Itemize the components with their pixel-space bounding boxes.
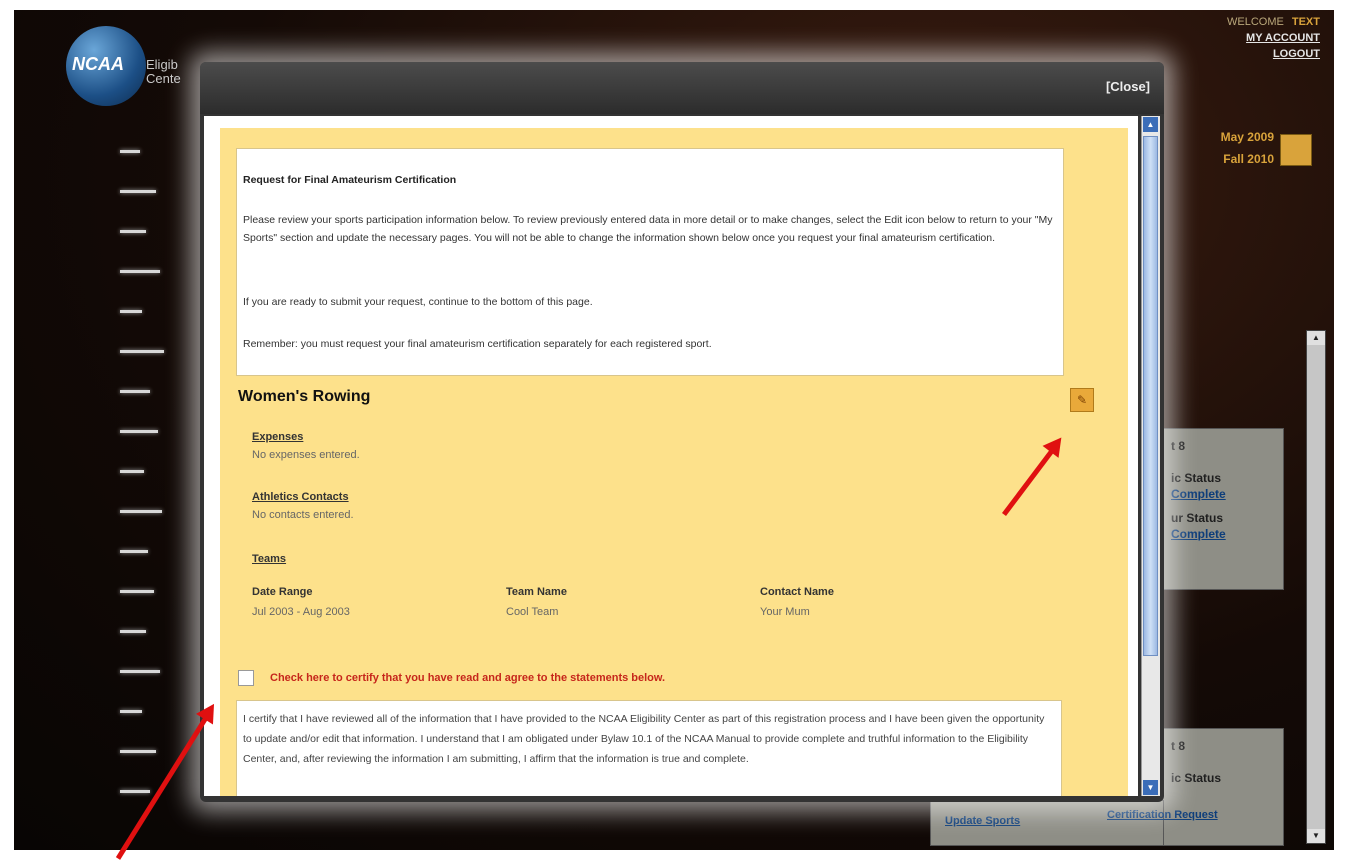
- certify-checkbox[interactable]: [238, 670, 254, 686]
- team-name: Cool Team: [506, 606, 559, 618]
- scroll-thumb[interactable]: [1143, 136, 1158, 656]
- expenses-link[interactable]: Expenses: [252, 428, 360, 446]
- modal-scrollbar[interactable]: ▲ ▼: [1141, 116, 1160, 796]
- background-scrollbar[interactable]: ▲ ▼: [1306, 330, 1326, 844]
- scroll-down-icon[interactable]: ▼: [1143, 780, 1158, 795]
- expenses-section: Expenses No expenses entered.: [252, 428, 360, 464]
- date-2: Fall 2010: [1223, 152, 1274, 166]
- certification-content: Request for Final Amateurism Certificati…: [220, 128, 1128, 796]
- update-sports-link[interactable]: Update Sports: [945, 815, 1020, 827]
- modal-header: [Close]: [200, 62, 1164, 114]
- contacts-text: No contacts entered.: [252, 509, 354, 521]
- background-edit-icon[interactable]: [1280, 134, 1312, 166]
- modal-body: Request for Final Amateurism Certificati…: [204, 116, 1138, 796]
- intro-remember-text: Remember: you must request your final am…: [243, 338, 712, 350]
- background-status-panel-2: t 8 ic Status: [1162, 728, 1284, 846]
- team-date-range: Jul 2003 - Aug 2003: [252, 606, 350, 618]
- column-header-team-name: Team Name: [506, 586, 567, 598]
- decorative-side-graphic: [114, 130, 184, 830]
- account-links: WELCOME TEXT MY ACCOUNT LOGOUT: [1227, 14, 1320, 62]
- intro-title: Request for Final Amateurism Certificati…: [243, 174, 457, 186]
- contacts-section: Athletics Contacts No contacts entered.: [252, 488, 354, 524]
- scroll-down-icon[interactable]: ▼: [1307, 829, 1325, 843]
- term-dates: May 2009 Fall 2010: [1221, 126, 1274, 170]
- edit-pencil-icon[interactable]: ✎: [1070, 388, 1094, 412]
- intro-box: Request for Final Amateurism Certificati…: [236, 148, 1064, 376]
- close-button[interactable]: [Close]: [1106, 79, 1150, 94]
- background-footer-bar: Update Sports Certification Request: [930, 800, 1218, 846]
- user-name: TEXT: [1291, 16, 1320, 28]
- scroll-up-icon[interactable]: ▲: [1143, 117, 1158, 132]
- logout-link[interactable]: LOGOUT: [1227, 46, 1320, 62]
- date-1: May 2009: [1220, 130, 1274, 144]
- column-header-date-range: Date Range: [252, 586, 313, 598]
- background-status-panel: t 8 ic Status Complete ur Status Complet…: [1162, 428, 1284, 590]
- logo-subtitle: Eligib Cente: [146, 57, 181, 86]
- my-account-link[interactable]: MY ACCOUNT: [1227, 30, 1320, 46]
- sport-title: Women's Rowing: [238, 388, 371, 405]
- scroll-up-icon[interactable]: ▲: [1307, 331, 1325, 345]
- certification-statement: I certify that I have reviewed all of th…: [236, 700, 1062, 796]
- background-complete-link-2[interactable]: Complete: [1163, 525, 1283, 543]
- intro-paragraph: Please review your sports participation …: [243, 214, 1053, 244]
- teams-section: Teams: [252, 550, 286, 568]
- certification-request-link[interactable]: Certification Request: [1107, 809, 1227, 821]
- athletics-contacts-link[interactable]: Athletics Contacts: [252, 488, 354, 506]
- intro-ready-text: If you are ready to submit your request,…: [243, 296, 593, 308]
- certify-label: Check here to certify that you have read…: [270, 671, 666, 684]
- logo-text: NCAA: [72, 54, 124, 74]
- team-contact-name: Your Mum: [760, 606, 810, 618]
- welcome-label: WELCOME: [1227, 16, 1284, 28]
- teams-link[interactable]: Teams: [252, 550, 286, 568]
- background-complete-link-1[interactable]: Complete: [1163, 485, 1283, 503]
- column-header-contact-name: Contact Name: [760, 586, 834, 598]
- certification-modal: [Close] Request for Final Amateurism Cer…: [200, 62, 1164, 802]
- expenses-text: No expenses entered.: [252, 449, 360, 461]
- certify-row: Check here to certify that you have read…: [238, 670, 665, 686]
